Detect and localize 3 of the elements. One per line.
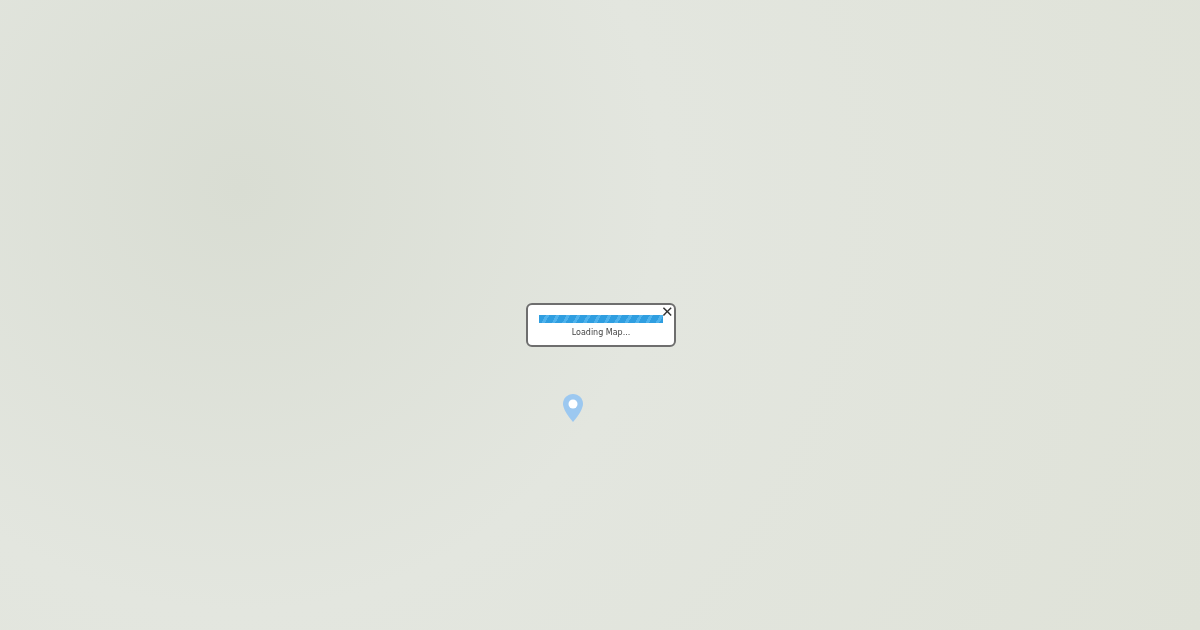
map-pin-icon[interactable]: [562, 393, 584, 423]
loading-message: Loading Map...: [571, 328, 631, 337]
close-button[interactable]: ✕: [661, 303, 674, 320]
